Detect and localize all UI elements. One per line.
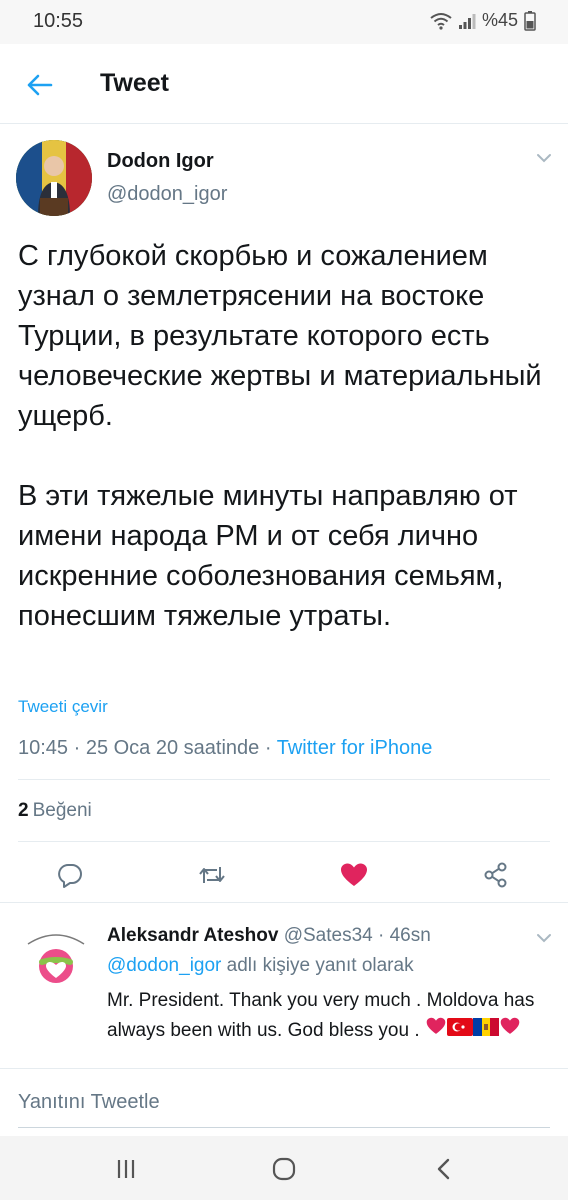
reply-context: @dodon_igor adlı kişiye yanıt olarak <box>107 955 414 977</box>
reply-mention-link[interactable]: @dodon_igor <box>107 955 221 976</box>
system-nav-bar <box>0 1136 568 1200</box>
author-handle[interactable]: @dodon_igor <box>107 183 227 206</box>
tweet-actions <box>0 855 568 895</box>
page-title: Tweet <box>100 69 169 97</box>
wifi-icon <box>430 12 452 30</box>
divider <box>18 841 550 842</box>
reply-author-name[interactable]: Aleksandr Ateshov <box>107 925 278 946</box>
share-icon[interactable] <box>476 855 516 895</box>
reply-header: Aleksandr Ateshov @Sates34 · 46sn <box>107 925 431 947</box>
likes-label: Beğeni <box>32 800 92 821</box>
divider <box>0 902 568 903</box>
reply-compose-bar[interactable]: Yanıtını Tweetle <box>0 1068 568 1132</box>
status-time: 10:55 <box>33 10 84 32</box>
likes-count: 2 <box>18 800 29 821</box>
reply-icon[interactable] <box>50 855 90 895</box>
back-arrow-icon[interactable] <box>22 68 56 102</box>
home-icon[interactable] <box>264 1154 304 1184</box>
reply-text: Mr. President. Thank you very much . Mol… <box>107 986 557 1046</box>
tweet-meta: 10:45 · 25 Oca 20 saatinde · Twitter for… <box>18 737 432 760</box>
reply-time: · 46sn <box>372 925 431 946</box>
status-bar: 10:55 %45 <box>0 0 568 44</box>
chevron-down-icon[interactable] <box>534 930 554 946</box>
moldova-flag-icon <box>472 1016 499 1046</box>
reply-context-text: adlı kişiye yanıt olarak <box>221 955 414 976</box>
top-app-bar: Tweet <box>0 44 568 124</box>
translate-tweet-link[interactable]: Tweeti çevir <box>18 697 108 717</box>
retweet-icon[interactable] <box>192 855 232 895</box>
reply-avatar[interactable] <box>20 922 92 994</box>
divider <box>18 779 550 780</box>
tweet-source-link[interactable]: Twitter for iPhone <box>277 737 433 759</box>
author-name[interactable]: Dodon Igor <box>107 150 214 173</box>
back-icon[interactable] <box>424 1154 464 1184</box>
reply-author-handle[interactable]: @Sates34 <box>284 925 373 946</box>
recent-apps-icon[interactable] <box>106 1154 146 1184</box>
battery-icon <box>524 10 536 31</box>
signal-icon <box>458 12 476 30</box>
reply-input[interactable]: Yanıtını Tweetle <box>18 1091 160 1114</box>
input-underline <box>18 1127 550 1128</box>
likes-stat[interactable]: 2 Beğeni <box>18 800 92 822</box>
heart-emoji-icon <box>425 1016 447 1046</box>
chevron-down-icon[interactable] <box>534 150 554 166</box>
tweet-timestamp: 10:45 · 25 Oca 20 saatinde · <box>18 737 277 759</box>
status-icons: %45 <box>430 10 536 31</box>
battery-label: %45 <box>481 10 518 30</box>
tweet-paragraph: С глубокой скорбью и сожалением узнал о … <box>18 240 542 432</box>
tweet-text: С глубокой скорбью и сожалением узнал о … <box>18 236 553 636</box>
tweet-paragraph: В эти тяжелые минуты направляю от имени … <box>18 480 518 632</box>
like-icon[interactable] <box>334 855 374 895</box>
heart-emoji-icon <box>499 1016 521 1046</box>
turkey-flag-icon <box>446 1016 473 1046</box>
author-avatar[interactable] <box>16 140 92 216</box>
